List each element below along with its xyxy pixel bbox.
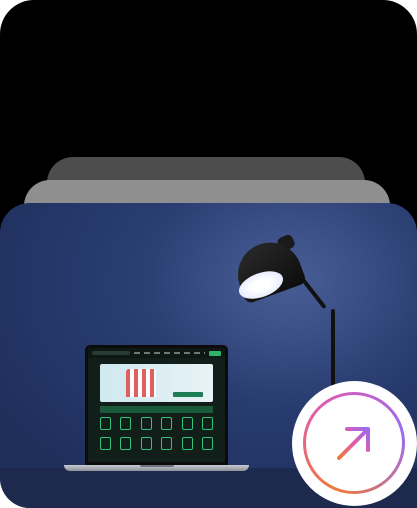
category-icons-row [100, 417, 213, 430]
category-icon [120, 437, 132, 450]
category-icon [140, 417, 152, 430]
arrow-up-right-icon[interactable] [335, 424, 373, 462]
website-hero-banner [100, 364, 213, 402]
category-icon [120, 417, 132, 430]
category-icon [100, 437, 111, 450]
website-section-bar [100, 406, 213, 413]
laptop-screen [85, 345, 228, 465]
banner-button [173, 392, 203, 397]
category-icon [140, 437, 152, 450]
website-nav [134, 352, 205, 354]
category-icon [100, 417, 111, 430]
website-logo [209, 350, 221, 356]
category-icon [181, 417, 193, 430]
website-screenshot [88, 348, 225, 462]
laptop-notch [140, 465, 174, 467]
website-header [88, 348, 225, 358]
category-icons-row [100, 437, 213, 450]
category-icon [201, 437, 213, 450]
category-icon [161, 417, 173, 430]
shop-awning-illustration [126, 369, 156, 397]
website-search-bar [92, 351, 130, 355]
category-icon [161, 437, 173, 450]
category-icon [201, 417, 213, 430]
category-icon [181, 437, 193, 450]
